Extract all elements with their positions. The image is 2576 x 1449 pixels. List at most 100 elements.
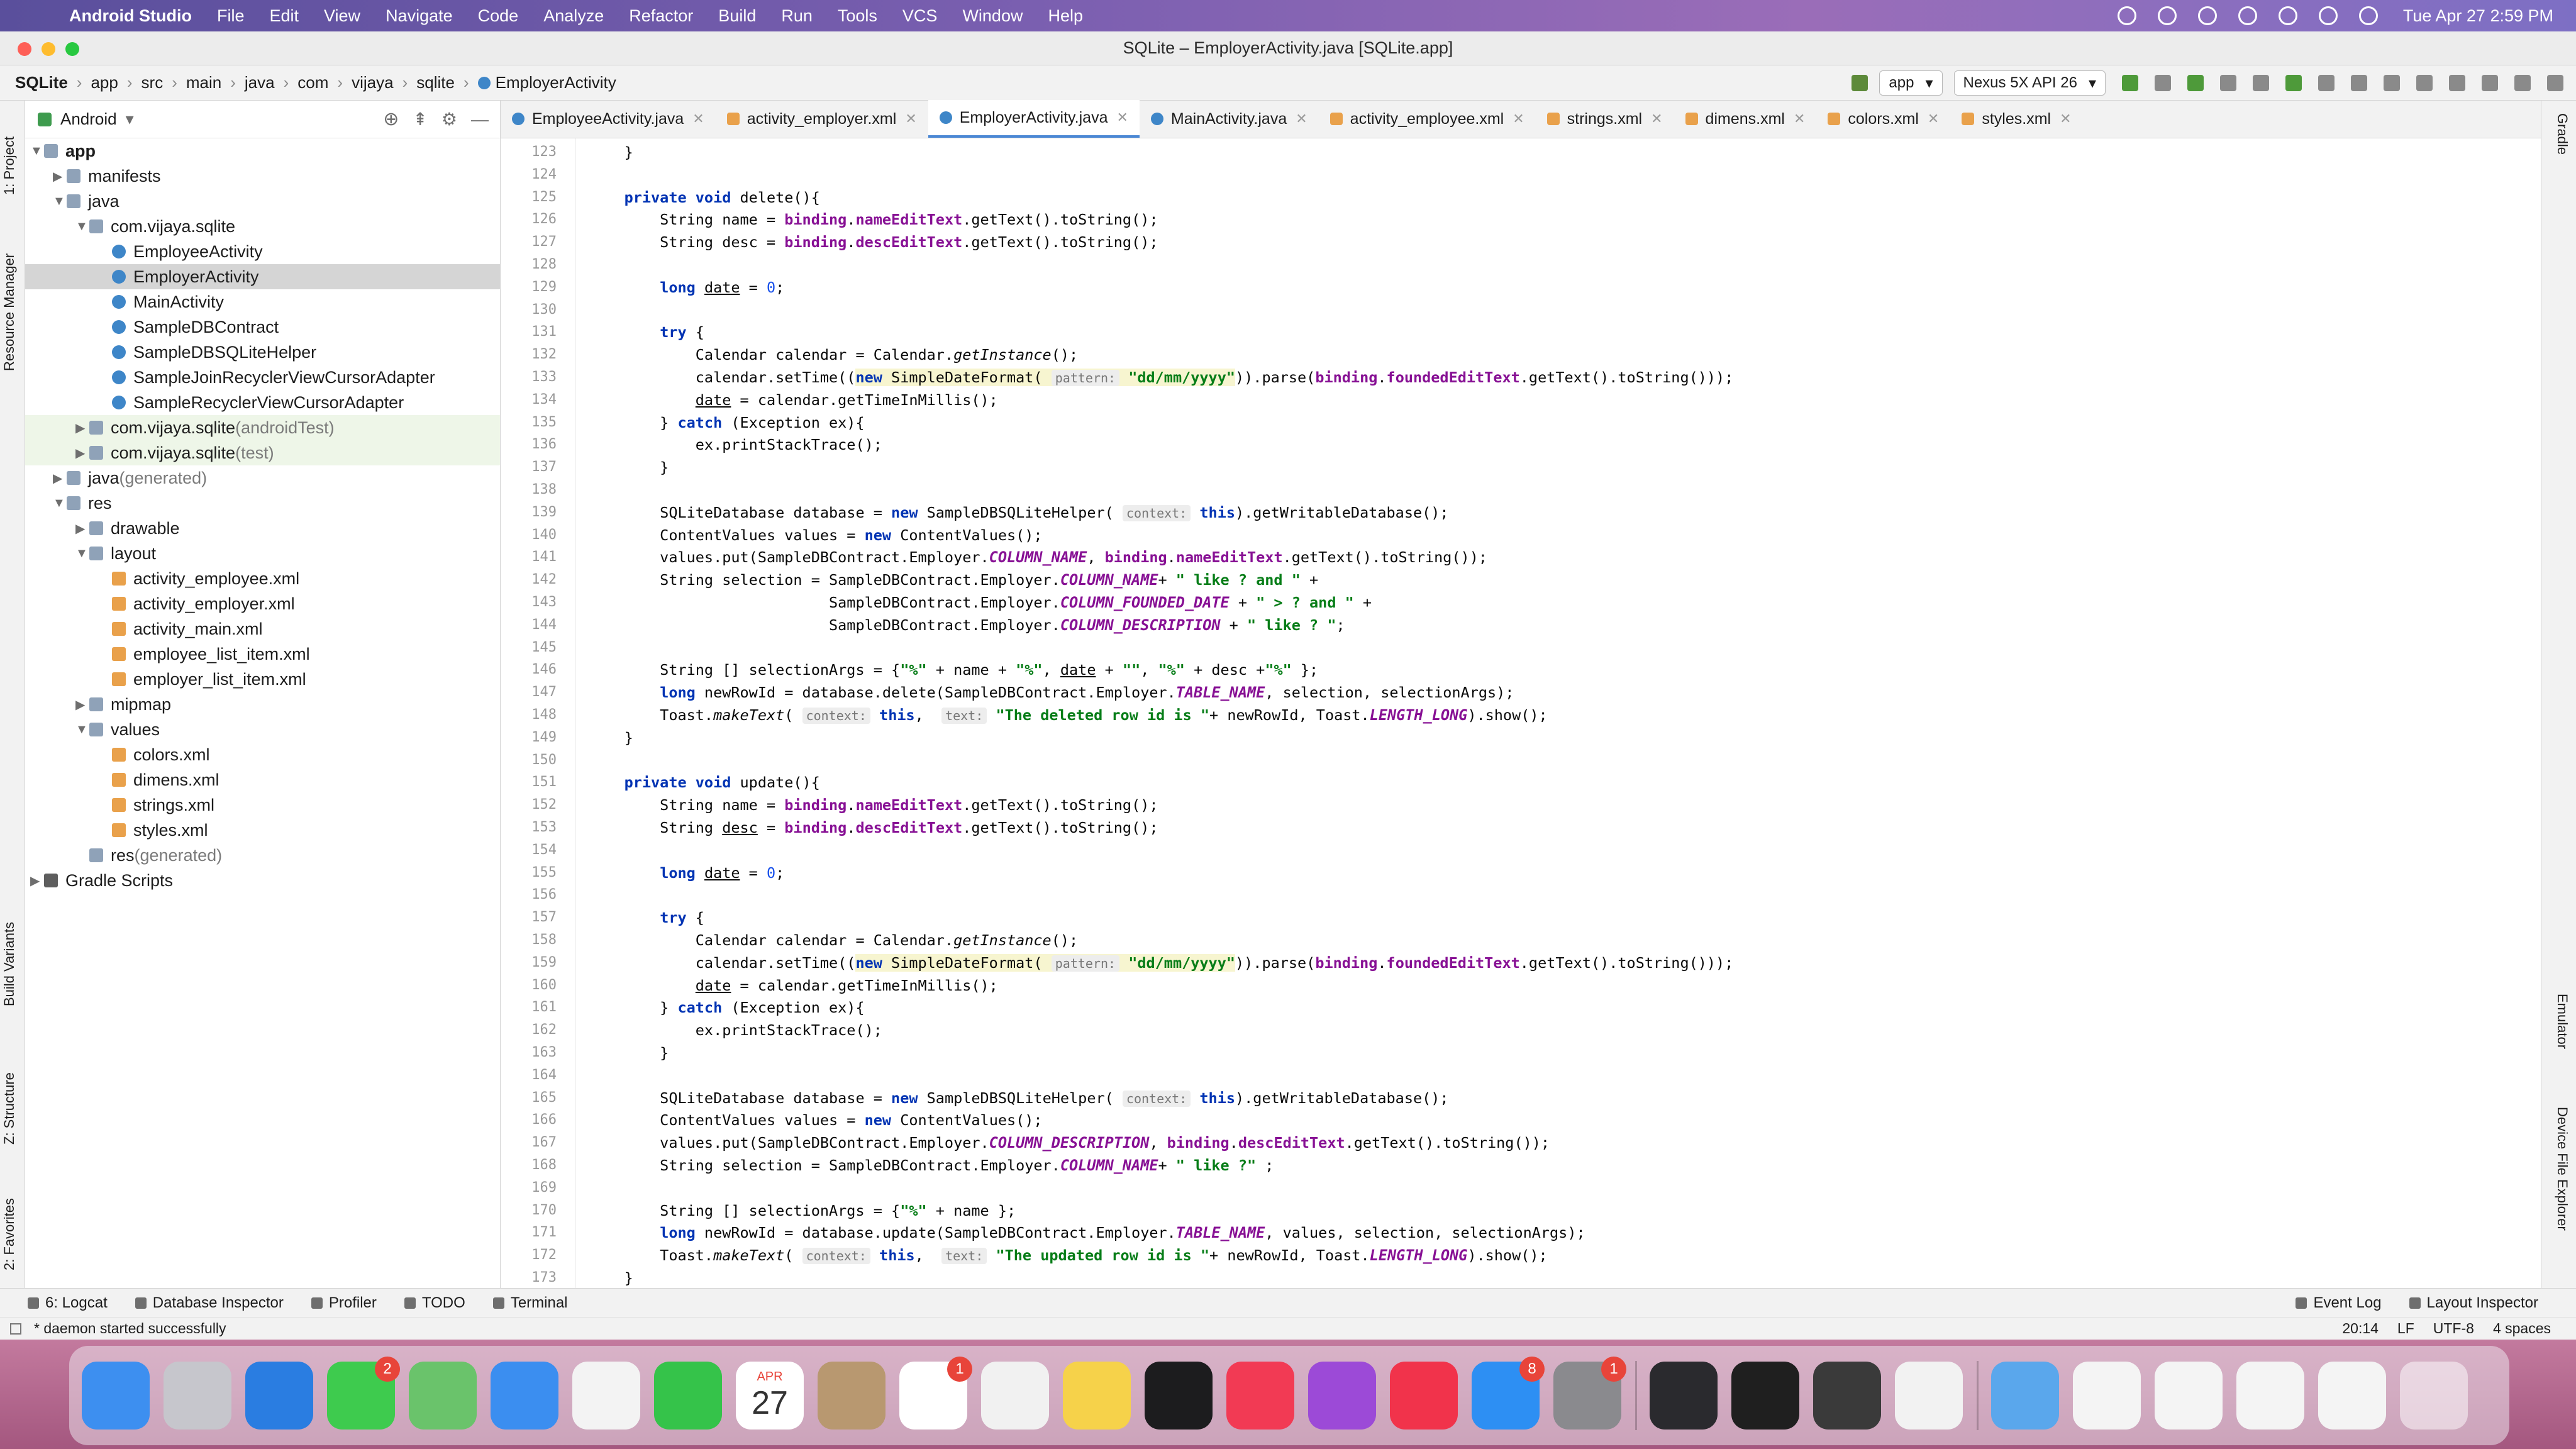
- breadcrumb-item[interactable]: java: [245, 73, 275, 92]
- breadcrumb-item[interactable]: sqlite: [416, 73, 455, 92]
- tree-item[interactable]: SampleRecyclerViewCursorAdapter: [25, 390, 500, 415]
- tree-item[interactable]: ▶ com.vijaya.sqlite (androidTest): [25, 415, 500, 440]
- code-line[interactable]: String name = binding.nameEditText.getTe…: [589, 208, 1158, 231]
- dock-maps-icon[interactable]: [409, 1362, 477, 1430]
- breadcrumb-item[interactable]: vijaya: [352, 73, 393, 92]
- expand-arrow-icon[interactable]: ▼: [75, 723, 89, 737]
- dock-terminal-icon[interactable]: [1731, 1362, 1799, 1430]
- code-line[interactable]: SQLiteDatabase database = new SampleDBSQ…: [589, 1087, 1449, 1109]
- dock-facetime-icon[interactable]: [654, 1362, 722, 1430]
- module-selector[interactable]: app ▾: [1879, 70, 1943, 96]
- dock-music-icon[interactable]: [1226, 1362, 1294, 1430]
- code-line[interactable]: calendar.setTime((new SimpleDateFormat( …: [589, 366, 1733, 389]
- rerun-icon[interactable]: [2155, 75, 2171, 91]
- menu-navigate[interactable]: Navigate: [386, 6, 453, 26]
- notifications-icon[interactable]: [2547, 75, 2563, 91]
- todo-tab[interactable]: TODO: [404, 1294, 465, 1312]
- dock-window-thumbnail-1-icon[interactable]: [2073, 1362, 2141, 1430]
- code-line[interactable]: String desc = binding.descEditText.getTe…: [589, 816, 1158, 839]
- tree-item[interactable]: ▼ java: [25, 189, 500, 214]
- emulator-tab[interactable]: Emulator: [2554, 994, 2570, 1049]
- device-selector[interactable]: Nexus 5X API 26 ▾: [1953, 70, 2106, 96]
- menu-help[interactable]: Help: [1048, 6, 1083, 26]
- file-encoding[interactable]: UTF-8: [2433, 1320, 2474, 1337]
- tree-item[interactable]: SampleDBContract: [25, 314, 500, 340]
- code-line[interactable]: } catch (Exception ex){: [589, 996, 864, 1019]
- dock-sublime-text-icon[interactable]: [1813, 1362, 1881, 1430]
- control-center-icon[interactable]: [2318, 6, 2338, 25]
- dock-news-icon[interactable]: [1390, 1362, 1458, 1430]
- breadcrumb-item[interactable]: EmployerActivity: [477, 73, 616, 92]
- toggle-tool-windows-icon[interactable]: [10, 1323, 21, 1335]
- code-line[interactable]: Toast.makeText( context: this, text: "Th…: [589, 1244, 1548, 1267]
- tree-item[interactable]: employee_list_item.xml: [25, 641, 500, 667]
- locate-file-icon[interactable]: ⊕: [383, 108, 399, 130]
- code-line[interactable]: values.put(SampleDBContract.Employer.COL…: [589, 546, 1487, 569]
- menu-file[interactable]: File: [217, 6, 245, 26]
- code-line[interactable]: SQLiteDatabase database = new SampleDBSQ…: [589, 501, 1449, 524]
- tree-item[interactable]: employer_list_item.xml: [25, 667, 500, 692]
- database-inspector-tab[interactable]: Database Inspector: [135, 1294, 284, 1312]
- attach-debugger-icon[interactable]: [2285, 75, 2302, 91]
- code-line[interactable]: String [] selectionArgs = {"%" + name + …: [589, 658, 1318, 681]
- editor-tab[interactable]: MainActivity.java ✕: [1140, 100, 1319, 138]
- profile-icon[interactable]: [2253, 75, 2269, 91]
- code-line[interactable]: }: [589, 726, 633, 749]
- code-line[interactable]: long date = 0;: [589, 862, 784, 884]
- menu-view[interactable]: View: [324, 6, 360, 26]
- expand-arrow-icon[interactable]: ▼: [53, 194, 67, 209]
- dock-window-thumbnail-4-icon[interactable]: [2318, 1362, 2386, 1430]
- menu-run[interactable]: Run: [781, 6, 813, 26]
- code-line[interactable]: String desc = binding.descEditText.getTe…: [589, 231, 1158, 253]
- stop-icon[interactable]: [2318, 75, 2334, 91]
- code-line[interactable]: Toast.makeText( context: this, text: "Th…: [589, 704, 1548, 726]
- editor-tab[interactable]: styles.xml ✕: [1950, 100, 2082, 138]
- close-tab-icon[interactable]: ✕: [1651, 111, 1662, 127]
- tree-item[interactable]: strings.xml: [25, 792, 500, 818]
- build-variants-tab[interactable]: Build Variants: [1, 922, 18, 1006]
- editor-tab[interactable]: activity_employee.xml ✕: [1319, 100, 1536, 138]
- collapse-arrow-icon[interactable]: ▶: [75, 420, 89, 436]
- dock-window-thumbnail-3-icon[interactable]: [2236, 1362, 2304, 1430]
- menu-vcs[interactable]: VCS: [902, 6, 938, 26]
- collapse-all-icon[interactable]: ⇞: [413, 109, 427, 130]
- dock-notes-icon[interactable]: [1063, 1362, 1131, 1430]
- code-line[interactable]: }: [589, 1267, 633, 1288]
- code-editor[interactable]: } private void delete(){ String name = b…: [576, 138, 2541, 1288]
- code-line[interactable]: long newRowId = database.update(SampleDB…: [589, 1221, 1585, 1244]
- code-line[interactable]: values.put(SampleDBContract.Employer.COL…: [589, 1131, 1550, 1154]
- editor-tab[interactable]: colors.xml ✕: [1816, 100, 1950, 138]
- project-tool-tab[interactable]: 1: Project: [1, 136, 18, 195]
- code-line[interactable]: SampleDBContract.Employer.COLUMN_DESCRIP…: [589, 614, 1345, 636]
- tree-item[interactable]: activity_employer.xml: [25, 591, 500, 616]
- editor-tab[interactable]: EmployeeActivity.java ✕: [501, 100, 716, 138]
- breadcrumb-item[interactable]: SQLite: [15, 73, 68, 92]
- close-tab-icon[interactable]: ✕: [1116, 109, 1128, 126]
- structure-tab[interactable]: Z: Structure: [1, 1072, 18, 1145]
- tree-item[interactable]: dimens.xml: [25, 767, 500, 792]
- project-view-selector[interactable]: Android: [60, 109, 117, 129]
- sdk-manager-icon[interactable]: [2416, 75, 2433, 91]
- dock-photos-icon[interactable]: [572, 1362, 640, 1430]
- code-line[interactable]: SampleDBContract.Employer.COLUMN_FOUNDED…: [589, 591, 1372, 614]
- tree-item[interactable]: ▶ drawable: [25, 516, 500, 541]
- code-line[interactable]: String selection = SampleDBContract.Empl…: [589, 569, 1318, 591]
- hammer-icon[interactable]: [1852, 75, 1868, 91]
- settings-icon[interactable]: [2482, 75, 2498, 91]
- device-file-explorer-tab[interactable]: Device File Explorer: [2554, 1107, 2570, 1231]
- collapse-arrow-icon[interactable]: ▶: [53, 169, 67, 184]
- code-line[interactable]: Calendar calendar = Calendar.getInstance…: [589, 343, 1078, 366]
- code-line[interactable]: ContentValues values = new ContentValues…: [589, 1109, 1042, 1131]
- tree-item[interactable]: ▶ java (generated): [25, 465, 500, 491]
- code-line[interactable]: try {: [589, 906, 704, 929]
- wifi-icon[interactable]: [2238, 6, 2257, 25]
- code-line[interactable]: String selection = SampleDBContract.Empl…: [589, 1154, 1274, 1177]
- menu-refactor[interactable]: Refactor: [629, 6, 693, 26]
- logcat-tab[interactable]: 6: Logcat: [28, 1294, 108, 1312]
- menu-edit[interactable]: Edit: [269, 6, 299, 26]
- tree-item[interactable]: ▼ app: [25, 138, 500, 164]
- app-menu[interactable]: Android Studio: [69, 6, 192, 26]
- hide-panel-icon[interactable]: —: [471, 109, 489, 130]
- dock-chrome-icon[interactable]: [981, 1362, 1049, 1430]
- tree-item[interactable]: MainActivity: [25, 289, 500, 314]
